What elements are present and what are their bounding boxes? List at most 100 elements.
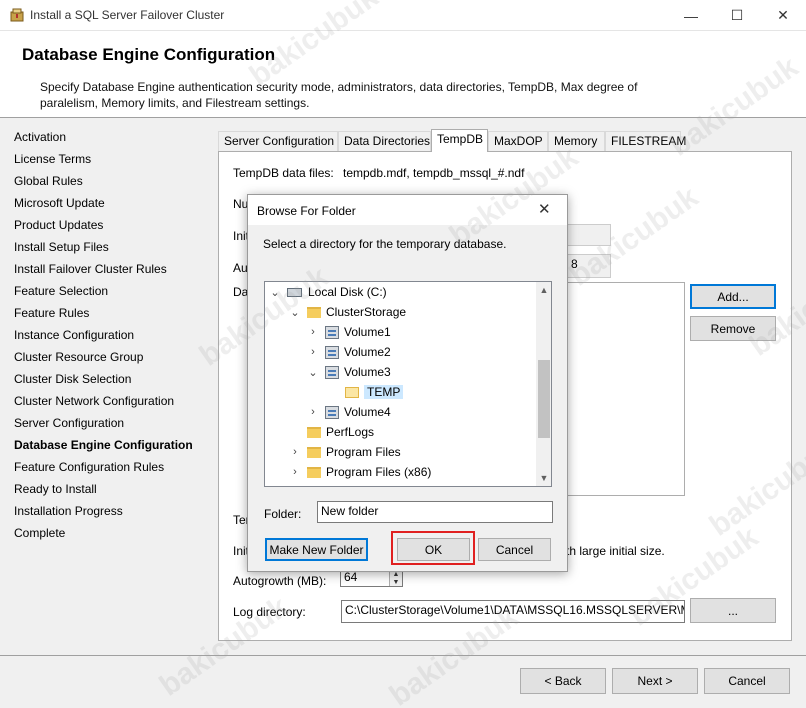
chevron-right-icon[interactable]: ›: [289, 446, 301, 458]
step-item: Global Rules: [14, 174, 83, 188]
log-directory-field[interactable]: C:\ClusterStorage\Volume1\DATA\MSSQL16.M…: [341, 600, 685, 623]
page-header: Database Engine Configuration Specify Da…: [0, 31, 806, 117]
window-title: Install a SQL Server Failover Cluster: [30, 8, 225, 22]
make-new-folder-button[interactable]: Make New Folder: [265, 538, 368, 561]
tab-memory[interactable]: Memory: [548, 131, 605, 151]
chevron-down-icon[interactable]: ⌄: [307, 366, 319, 379]
log-directory-label: Log directory:: [233, 605, 306, 619]
dialog-titlebar: Browse For Folder ✕: [248, 195, 567, 225]
folder-tree-item[interactable]: TEMP: [327, 382, 404, 402]
step-item: Cluster Network Configuration: [14, 394, 175, 408]
tempdb-data-files-label: TempDB data files:: [233, 166, 334, 180]
folder-tree-item-label: Program Files: [326, 445, 401, 459]
chevron-right-icon[interactable]: ›: [289, 466, 301, 478]
folder-tree-item-label: Program Files (x86): [326, 465, 432, 479]
step-item: Instance Configuration: [14, 328, 135, 342]
log-autogrowth-spinner[interactable]: ▲ ▼: [389, 570, 402, 586]
tab-filestream[interactable]: FILESTREAM: [605, 131, 686, 151]
folder-tree-scrollbar[interactable]: ▲ ▼: [536, 282, 551, 486]
chevron-right-icon[interactable]: ›: [307, 326, 319, 338]
step-item: Activation: [14, 130, 67, 144]
step-item: Cluster Resource Group: [14, 350, 144, 364]
open-folder-icon: [345, 386, 359, 398]
chevron-down-icon[interactable]: ⌄: [289, 306, 301, 319]
chevron-down-icon[interactable]: ⌄: [269, 286, 281, 299]
close-button[interactable]: ✕: [760, 0, 806, 31]
tab-server-configuration[interactable]: Server Configuration: [218, 131, 338, 151]
data-directories-list[interactable]: [567, 282, 685, 496]
folder-tree-item[interactable]: › Volume2: [307, 342, 391, 362]
minimize-icon: —: [684, 7, 698, 24]
back-button[interactable]: < Back: [520, 668, 606, 694]
maximize-icon: ☐: [730, 7, 744, 23]
folder-tree-item-label: PerfLogs: [326, 425, 375, 439]
page-title: Database Engine Configuration: [22, 45, 276, 64]
step-item: Complete: [14, 526, 66, 540]
tab-tempdb[interactable]: TempDB: [431, 129, 488, 152]
folder-tree-item[interactable]: › Program Files (x86): [289, 462, 431, 482]
tempdb-data-files-value: tempdb.mdf, tempdb_mssql_#.ndf: [343, 166, 525, 180]
next-button[interactable]: Next >: [612, 668, 698, 694]
volume-icon: [325, 325, 339, 339]
folder-icon: [307, 466, 321, 478]
scroll-thumb[interactable]: [538, 360, 550, 438]
autogrowth-label: Au: [233, 261, 248, 275]
remove-directory-button[interactable]: Remove: [690, 316, 776, 341]
chevron-right-icon[interactable]: ›: [307, 346, 319, 358]
scroll-up-icon[interactable]: ▲: [536, 282, 551, 298]
browse-for-folder-dialog: Browse For Folder ✕ Select a directory f…: [247, 194, 568, 572]
folder-icon: [307, 446, 321, 458]
tab-data-directories[interactable]: Data Directories: [338, 131, 431, 151]
folder-tree-item-label: Volume2: [344, 345, 391, 359]
initial-size-field: [567, 224, 611, 246]
log-initial-size-note: th large initial size.: [566, 544, 665, 558]
setup-app-icon: [10, 8, 24, 22]
folder-tree-item-label: Local Disk (C:): [308, 285, 387, 299]
minimize-button[interactable]: —: [668, 0, 714, 31]
step-item: Ready to Install: [14, 482, 97, 496]
folder-tree-item-label: ClusterStorage: [326, 305, 407, 319]
folder-tree-item-label: TEMP: [364, 385, 404, 399]
add-directory-button[interactable]: Add...: [690, 284, 776, 309]
folder-tree-item[interactable]: ⌄ ClusterStorage: [289, 302, 406, 322]
folder-name-input[interactable]: New folder: [317, 501, 553, 523]
folder-icon: [307, 306, 321, 318]
folder-label: Folder:: [264, 507, 302, 521]
folder-tree-item[interactable]: ⌄ Local Disk (C:): [269, 282, 387, 302]
step-item: Cluster Disk Selection: [14, 372, 132, 386]
dialog-close-icon[interactable]: ✕: [538, 200, 551, 218]
log-directory-browse-button[interactable]: ...: [690, 598, 776, 623]
step-item: Feature Selection: [14, 284, 109, 298]
footer-divider: [0, 655, 806, 656]
header-divider: [0, 117, 806, 118]
step-item: Install Setup Files: [14, 240, 109, 254]
folder-tree-item[interactable]: ⌄ Volume3: [307, 362, 391, 382]
ok-highlight-box: [391, 531, 475, 565]
folder-tree-item[interactable]: › Program Files: [289, 442, 401, 462]
tab-maxdop[interactable]: MaxDOP: [488, 131, 548, 151]
chevron-right-icon[interactable]: ›: [307, 406, 319, 418]
page-description: Specify Database Engine authentication s…: [40, 80, 638, 110]
window-titlebar: Install a SQL Server Failover Cluster — …: [0, 0, 806, 31]
folder-tree-item[interactable]: PerfLogs: [289, 422, 374, 442]
folder-icon: [307, 426, 321, 438]
step-item: Microsoft Update: [14, 196, 105, 210]
step-item: Database Engine Configuration: [14, 438, 193, 452]
step-item: Installation Progress: [14, 504, 123, 518]
folder-tree-item[interactable]: › Volume4: [307, 402, 391, 422]
cancel-button[interactable]: Cancel: [704, 668, 790, 694]
volume-icon: [325, 405, 339, 419]
spin-down-icon[interactable]: ▼: [390, 578, 402, 586]
dialog-cancel-button[interactable]: Cancel: [478, 538, 551, 561]
step-item: Install Failover Cluster Rules: [14, 262, 167, 276]
folder-tree-item[interactable]: › Volume1: [307, 322, 391, 342]
step-item: Feature Configuration Rules: [14, 460, 165, 474]
folder-tree[interactable]: ▲ ▼ ⌄ Local Disk (C:) ⌄ ClusterStorage › Volu…: [264, 281, 552, 487]
folder-tree-item-label: Volume1: [344, 325, 391, 339]
close-icon: ✕: [777, 7, 789, 23]
maximize-button[interactable]: ☐: [714, 0, 760, 31]
autogrowth-total-field: 8: [567, 254, 611, 278]
folder-tree-item-label: Volume3: [344, 365, 391, 379]
step-item: Server Configuration: [14, 416, 125, 430]
scroll-down-icon[interactable]: ▼: [536, 470, 551, 486]
